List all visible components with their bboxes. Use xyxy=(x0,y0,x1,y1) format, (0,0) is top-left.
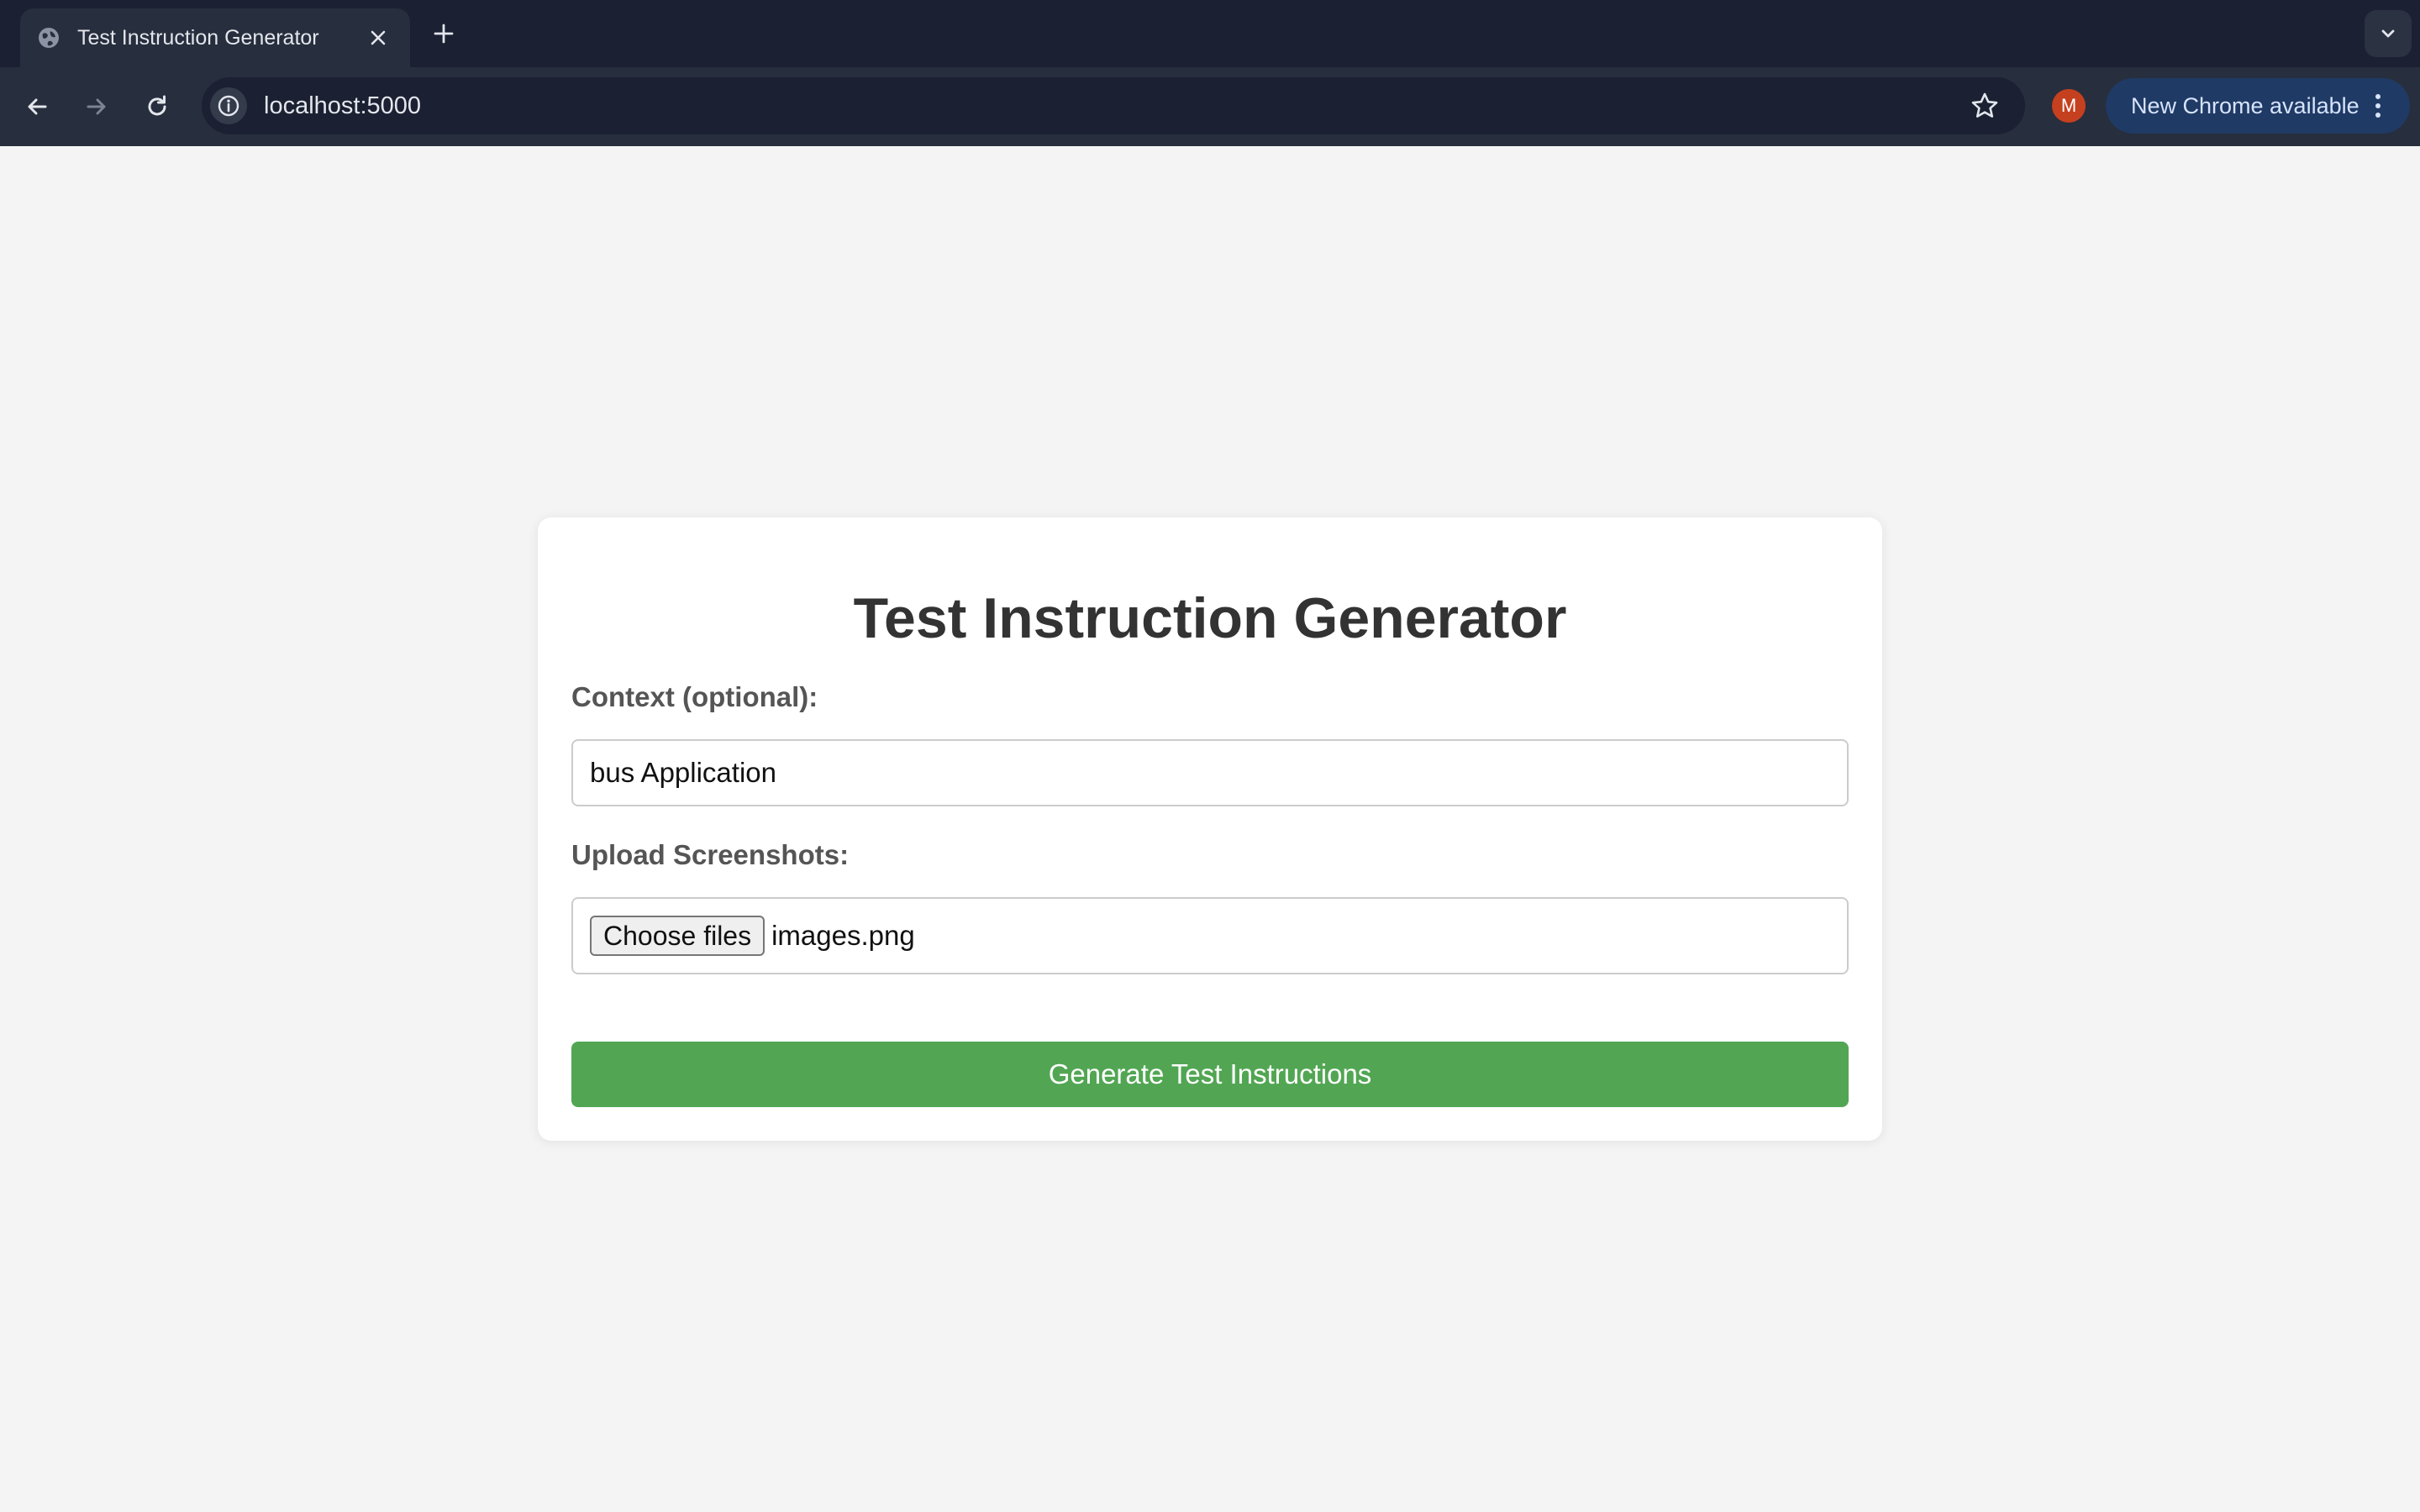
address-url[interactable]: localhost:5000 xyxy=(264,89,421,123)
star-icon[interactable] xyxy=(1966,87,2003,124)
more-vertical-icon[interactable] xyxy=(2361,89,2395,123)
generator-form-card: Test Instruction Generator Context (opti… xyxy=(538,517,1882,1141)
info-icon[interactable] xyxy=(210,87,247,124)
globe-icon xyxy=(35,24,62,51)
arrow-left-icon[interactable] xyxy=(17,87,57,127)
context-label: Context (optional): xyxy=(571,681,818,712)
selected-file-name: images.png xyxy=(771,920,915,951)
browser-tab-active[interactable]: Test Instruction Generator xyxy=(20,8,410,67)
update-label: New Chrome available xyxy=(2131,92,2360,118)
file-upload-field[interactable]: Choose files images.png xyxy=(571,897,1849,974)
reload-icon[interactable] xyxy=(137,87,177,127)
tab-title: Test Instruction Generator xyxy=(77,25,319,50)
plus-icon[interactable] xyxy=(427,17,460,50)
page-title: Test Instruction Generator xyxy=(853,586,1567,650)
context-input[interactable] xyxy=(571,739,1849,806)
close-icon[interactable] xyxy=(363,23,393,53)
upload-label: Upload Screenshots: xyxy=(571,839,850,870)
generate-button[interactable]: Generate Test Instructions xyxy=(571,1042,1849,1107)
update-chrome-button[interactable]: New Chrome available xyxy=(2106,78,2410,134)
address-bar[interactable] xyxy=(202,77,2025,134)
choose-files-button[interactable]: Choose files xyxy=(590,916,765,956)
arrow-right-icon[interactable] xyxy=(76,87,117,127)
profile-avatar[interactable]: M xyxy=(2052,89,2086,123)
chevron-down-icon[interactable] xyxy=(2365,10,2412,57)
